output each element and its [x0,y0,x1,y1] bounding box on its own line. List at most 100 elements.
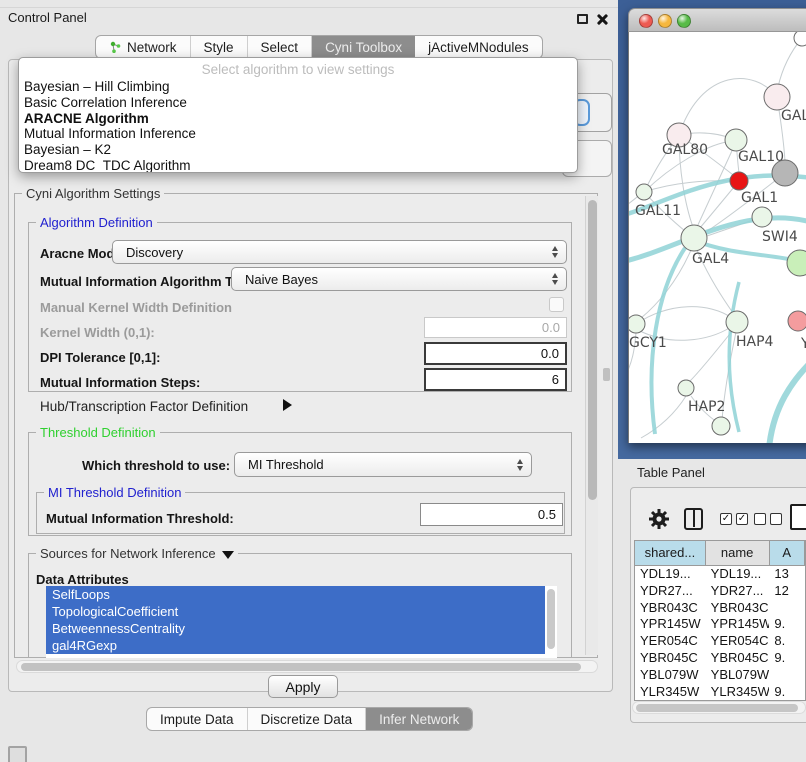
table-horizontal-scrollbar[interactable] [632,701,806,714]
table-row[interactable]: YLR345WYLR345W9. [635,684,805,701]
network-node[interactable] [787,250,806,276]
algorithm-option-mutual-information-inference[interactable]: Mutual Information Inference [19,126,577,142]
network-node-gal1[interactable] [730,172,748,190]
network-canvas[interactable]: GALGAL80GAL10GAL1GAL11SWI4GAL4GCY1HAP4YH… [628,32,806,443]
dpi-tolerance-field[interactable]: 0.0 [424,342,567,365]
tab-jactivemnodules[interactable]: jActiveMNodules [415,36,542,58]
float-window-button[interactable] [577,14,588,24]
table-row[interactable]: YPR145WYPR145W9. [635,616,805,633]
attribute-item-betweennesscentrality[interactable]: BetweennessCentrality [46,620,545,637]
tab-style[interactable]: Style [191,36,248,58]
table-row[interactable]: YBR045CYBR045C9. [635,650,805,667]
tab-network[interactable]: Network [96,36,191,58]
algorithm-definition-title: Algorithm Definition [36,215,157,230]
control-panel-title: Control Panel [8,10,87,25]
table-scroll-thumb[interactable] [636,704,798,712]
threshold-type-combobox[interactable]: MI Threshold [234,452,532,477]
tab-label: Network [127,40,177,55]
table-cell: YDL19... [706,566,770,583]
split-columns-icon[interactable] [684,508,703,530]
table-panel-toolbar: ✓ ✓ [632,504,806,538]
network-node-gal11[interactable] [636,184,652,200]
settings-horizontal-scrollbar[interactable] [16,660,598,673]
column-header-name[interactable]: name [706,541,770,565]
settings-vertical-scrollbar[interactable] [585,196,598,655]
mi-threshold-field[interactable]: 0.5 [420,503,563,526]
minimized-panel-icon[interactable] [8,746,27,762]
unchecked-box-icon[interactable] [770,513,782,525]
network-tree-icon [109,41,122,54]
network-node-gal10[interactable] [725,129,747,151]
combo-spinner-icon [552,273,558,285]
vertical-scroll-thumb[interactable] [588,200,597,500]
mi-steps-label: Mutual Information Steps: [40,375,200,390]
horizontal-scroll-thumb[interactable] [21,663,581,671]
mi-type-value: Naive Bayes [245,272,318,287]
aracne-mode-combobox[interactable]: Discovery [112,240,567,264]
algorithm-option-aracne-algorithm[interactable]: ARACNE Algorithm [19,111,577,127]
network-node-gal[interactable] [764,84,790,110]
column-header-a[interactable]: A [770,541,805,565]
table-cell: YPR145W [706,616,770,633]
attribute-item-selfloops[interactable]: SelfLoops [46,586,545,603]
network-node-hap2[interactable] [678,380,694,396]
apply-button[interactable]: Apply [268,675,338,698]
attribute-item-gal4rgexp[interactable]: gal4RGexp [46,637,545,654]
expand-right-icon[interactable] [283,399,292,411]
bottom-tab-discretize-data[interactable]: Discretize Data [248,708,367,730]
kernel-width-field[interactable]: 0.0 [424,317,567,338]
checked-box-icon[interactable]: ✓ [720,513,732,525]
bottom-tab-infer-network[interactable]: Infer Network [366,708,472,730]
bottom-tab-impute-data[interactable]: Impute Data [147,708,248,730]
close-traffic-light[interactable] [639,14,653,28]
network-node-gcy1[interactable] [629,315,645,333]
node-label: GAL4 [692,251,729,267]
node-label: Y [800,336,806,352]
manual-kernel-checkbox[interactable] [549,297,564,312]
attribute-item-topologicalcoefficient[interactable]: TopologicalCoefficient [46,603,545,620]
table-cell: 12 [769,583,805,600]
network-node[interactable] [712,417,730,435]
panel-top-divider [0,7,620,8]
network-node[interactable] [772,160,798,186]
algorithm-option-basic-correlation-inference[interactable]: Basic Correlation Inference [19,95,577,111]
table-row[interactable]: YDR27...YDR27...12 [635,583,805,600]
table-cell: YLR345W [706,684,770,701]
table-cell: YPR145W [635,616,706,633]
network-node-y[interactable] [788,311,806,331]
kernel-width-label: Kernel Width (0,1): [40,325,155,340]
table-row[interactable]: YBR043CYBR043C [635,600,805,617]
tab-select[interactable]: Select [248,36,313,58]
network-node-swi4[interactable] [752,207,772,227]
minimize-traffic-light[interactable] [658,14,672,28]
algorithm-option-bayesian-hill-climbing[interactable]: Bayesian – Hill Climbing [19,79,577,95]
checked-box-icon[interactable]: ✓ [736,513,748,525]
mi-type-combobox[interactable]: Naive Bayes [231,267,567,291]
table-row[interactable]: YBL079WYBL079W [635,667,805,684]
algorithm-option-dream8-dc-tdc-algorithm[interactable]: Dream8 DC_TDC Algorithm [19,158,577,173]
zoom-traffic-light[interactable] [677,14,691,28]
new-document-icon[interactable] [790,504,806,530]
algorithm-option-bayesian-k2[interactable]: Bayesian – K2 [19,142,577,158]
network-node-hap4[interactable] [726,311,748,333]
mi-steps-field[interactable]: 6 [424,368,567,391]
attributes-scroll-thumb[interactable] [547,589,555,649]
table-cell: YBL079W [706,667,770,684]
unchecked-box-icon[interactable] [754,513,766,525]
table-row[interactable]: YDL19...YDL19...13 [635,566,805,583]
close-panel-button[interactable] [595,12,609,26]
network-node-gal4[interactable] [681,225,707,251]
table-cell: YBR045C [706,650,770,667]
table-header-row: shared...nameA [635,541,805,566]
table-cell: 9. [769,650,805,667]
tab-cyni-toolbox[interactable]: Cyni Toolbox [312,36,415,58]
mi-type-label: Mutual Information Algorithm Type: [40,274,259,289]
screen: Control Panel Network StyleSelectCyni Too… [0,0,806,762]
gear-icon[interactable] [648,507,670,531]
network-window-titlebar[interactable] [628,8,806,32]
split-pane-handle[interactable] [603,368,610,381]
network-node[interactable] [794,32,806,46]
collapse-down-icon[interactable] [222,551,234,559]
table-row[interactable]: YER054CYER054C8. [635,633,805,650]
column-header-shared[interactable]: shared... [635,541,706,565]
